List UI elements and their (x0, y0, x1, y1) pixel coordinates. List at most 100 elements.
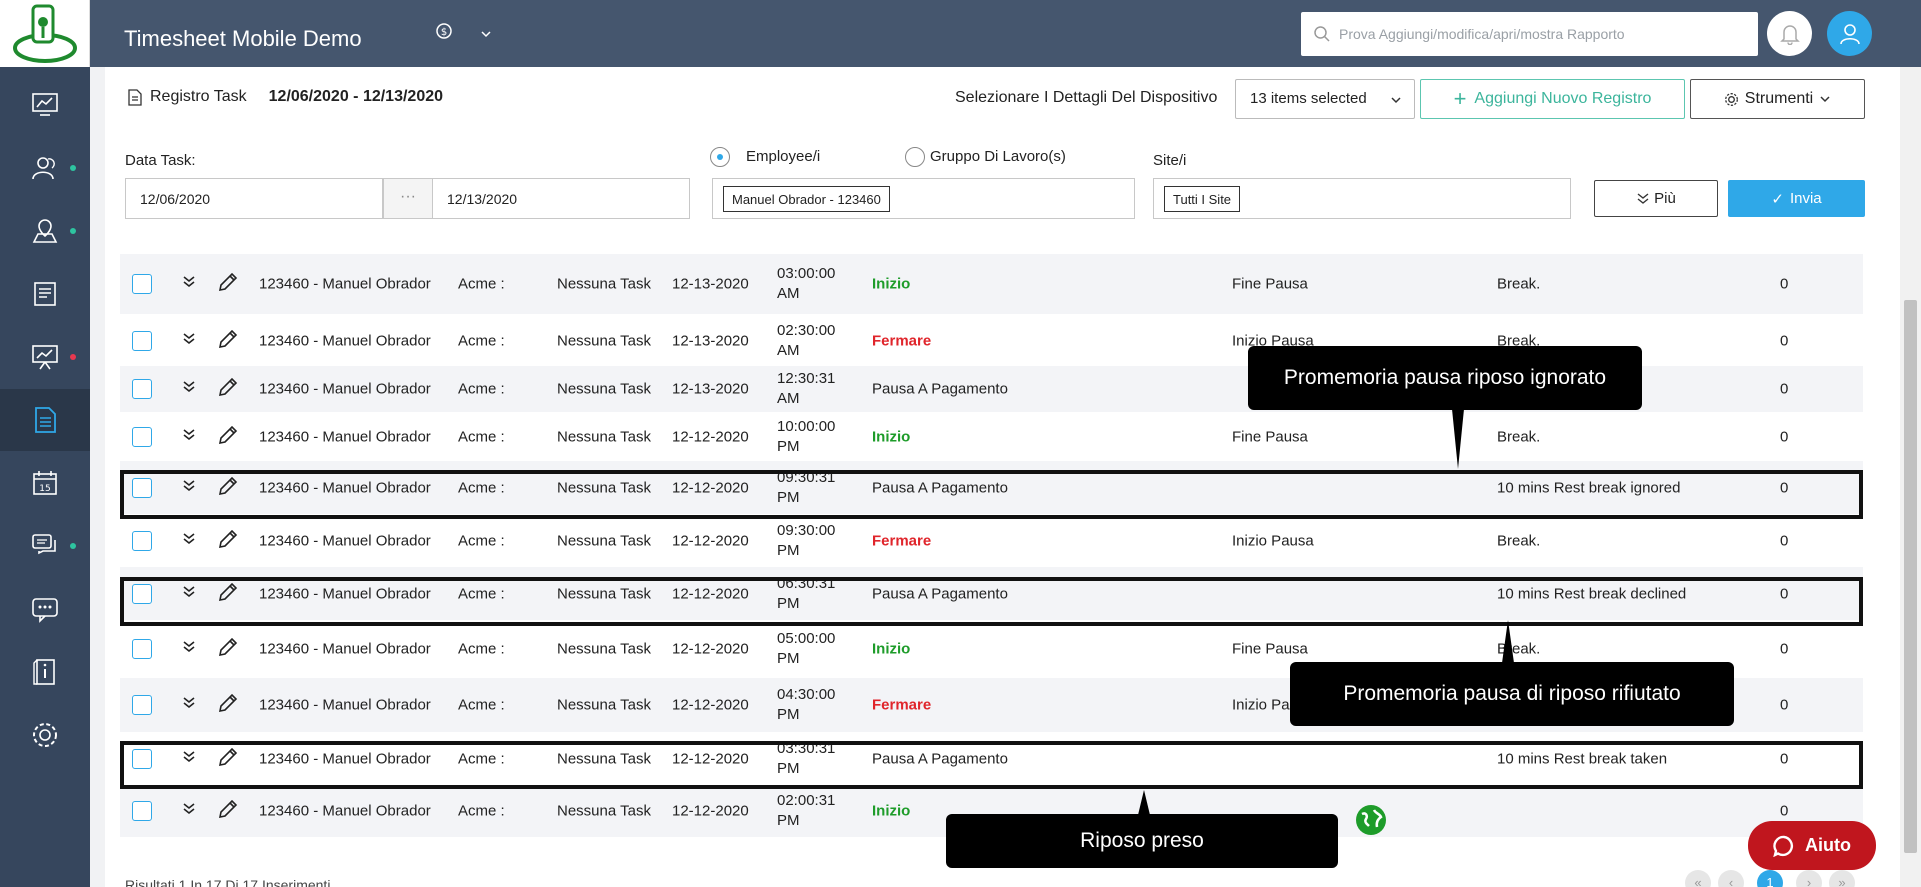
notification-dot (70, 165, 76, 171)
highlight-box-ignored (120, 470, 1863, 519)
row-checkbox[interactable] (132, 801, 152, 821)
edit-pencil-icon[interactable] (217, 328, 239, 354)
sidebar: 15 (0, 0, 90, 887)
sidebar-item-settings-gear[interactable] (0, 704, 90, 766)
sidebar-item-timesheet[interactable] (0, 263, 90, 325)
edit-pencil-icon[interactable] (217, 798, 239, 824)
sidebar-item-document[interactable] (0, 389, 90, 451)
row-checkbox[interactable] (132, 379, 152, 399)
search-input[interactable] (1339, 12, 1749, 56)
scrollbar-thumb[interactable] (1904, 300, 1917, 853)
expand-chevron-icon[interactable] (181, 380, 197, 398)
more-button-label: Più (1654, 190, 1676, 207)
notification-dot (70, 543, 76, 549)
site-chip[interactable]: Tutti I Site (1164, 186, 1241, 212)
location-globe-icon[interactable] (1355, 804, 1387, 841)
chat-icon (32, 534, 56, 555)
employee-cell: 123460 - Manuel Obrador (259, 640, 431, 658)
table-row: 123460 - Manuel Obrador Acme : Nessuna Tas… (120, 254, 1863, 314)
task-cell: Nessuna Task (557, 380, 651, 398)
site-select[interactable]: Tutti I Site (1153, 178, 1571, 219)
sidebar-item-messages[interactable] (0, 578, 90, 640)
sidebar-item-reports-chart[interactable] (0, 326, 90, 388)
sidebar-item-info-book[interactable] (0, 641, 90, 703)
employee-select[interactable]: Manuel Obrador - 123460 (712, 178, 1135, 219)
employee-chip[interactable]: Manuel Obrador - 123460 (723, 186, 890, 212)
time-cell: 04:30:00 PM (777, 686, 836, 723)
callout-pointer (1452, 409, 1464, 469)
company-cell: Acme : (458, 275, 505, 293)
expand-chevron-icon[interactable] (181, 275, 197, 293)
vertical-scrollbar[interactable] (1900, 67, 1921, 887)
company-cell: Acme : (458, 696, 505, 714)
row-checkbox[interactable] (132, 639, 152, 659)
work-group-radio[interactable] (905, 147, 925, 167)
sidebar-item-dashboard[interactable] (0, 74, 90, 136)
highlight-box-taken (120, 741, 1863, 789)
sidebar-item-employees[interactable] (0, 137, 90, 199)
expand-chevron-icon[interactable] (181, 532, 197, 550)
tools-button[interactable]: Strumenti (1690, 79, 1865, 119)
edit-pencil-icon[interactable] (217, 528, 239, 554)
task-cell: Nessuna Task (557, 802, 651, 820)
expand-chevron-icon[interactable] (181, 332, 197, 350)
employee-cell: 123460 - Manuel Obrador (259, 532, 431, 549)
notifications-button[interactable] (1767, 11, 1812, 56)
date-cell: 12-12-2020 (672, 696, 749, 714)
submit-button[interactable]: ✓ Invia (1728, 180, 1865, 217)
row-checkbox[interactable] (132, 695, 152, 715)
time-cell: 02:00:31 PM (777, 792, 836, 829)
reports-chart-icon (32, 345, 58, 370)
date-to-field[interactable]: 12/13/2020 (432, 178, 690, 219)
row-checkbox[interactable] (132, 426, 152, 447)
company-cell: Acme : (458, 640, 505, 658)
sidebar-item-chat[interactable] (0, 515, 90, 577)
expand-chevron-icon[interactable] (181, 696, 197, 714)
count-cell: 0 (1780, 380, 1789, 398)
device-details-select[interactable]: 13 items selected (1235, 79, 1415, 119)
site-label: Site/i (1153, 152, 1187, 169)
expand-chevron-icon[interactable] (181, 802, 197, 820)
reason-cell: Break. (1497, 532, 1541, 549)
time-cell: 03:00:00 AM (777, 265, 836, 302)
app-logo[interactable] (0, 0, 90, 67)
plus-icon: + (1453, 86, 1467, 111)
date-cell: 12-12-2020 (672, 428, 749, 445)
date-from-field[interactable]: 12/06/2020 (125, 178, 383, 219)
edit-pencil-icon[interactable] (217, 692, 239, 718)
help-button[interactable]: Aiuto (1748, 821, 1876, 870)
help-button-label: Aiuto (1805, 835, 1851, 855)
task-cell: Nessuna Task (557, 332, 651, 350)
chevron-down-icon (1820, 96, 1830, 103)
row-checkbox[interactable] (132, 331, 152, 351)
more-button[interactable]: Più (1594, 180, 1718, 217)
time-cell: 02:30:00 AM (777, 322, 836, 359)
count-cell: 0 (1780, 275, 1789, 293)
sidebar-item-calendar[interactable]: 15 (0, 452, 90, 514)
currency-icon[interactable]: $ (435, 22, 453, 45)
notification-dot (70, 228, 76, 234)
employee-radio[interactable] (710, 147, 730, 167)
add-new-record-button[interactable]: + Aggiungi Nuovo Registro (1420, 79, 1685, 119)
check-icon: ✓ (1771, 190, 1784, 208)
top-header: Timesheet Mobile Demo $ (90, 0, 1921, 67)
edit-pencil-icon[interactable] (217, 424, 239, 450)
edit-pencil-icon[interactable] (217, 636, 239, 662)
user-profile-button[interactable] (1827, 11, 1872, 56)
row-checkbox[interactable] (132, 274, 152, 294)
date-cell: 12-12-2020 (672, 532, 749, 549)
chevron-down-icon[interactable] (480, 26, 492, 44)
employee-cell: 123460 - Manuel Obrador (259, 696, 431, 714)
entry-type-cell: Fermare (872, 332, 932, 350)
sidebar-item-map-pin[interactable] (0, 200, 90, 262)
time-cell: 05:00:00 PM (777, 630, 836, 667)
entry-type-cell: Pausa A Pagamento (872, 380, 1008, 398)
edit-pencil-icon[interactable] (217, 271, 239, 297)
company-cell: Acme : (458, 802, 505, 820)
row-checkbox[interactable] (132, 530, 152, 551)
edit-pencil-icon[interactable] (217, 376, 239, 402)
user-icon (1839, 23, 1860, 44)
date-cell: 12-13-2020 (672, 332, 749, 350)
expand-chevron-icon[interactable] (181, 428, 197, 446)
expand-chevron-icon[interactable] (181, 640, 197, 658)
